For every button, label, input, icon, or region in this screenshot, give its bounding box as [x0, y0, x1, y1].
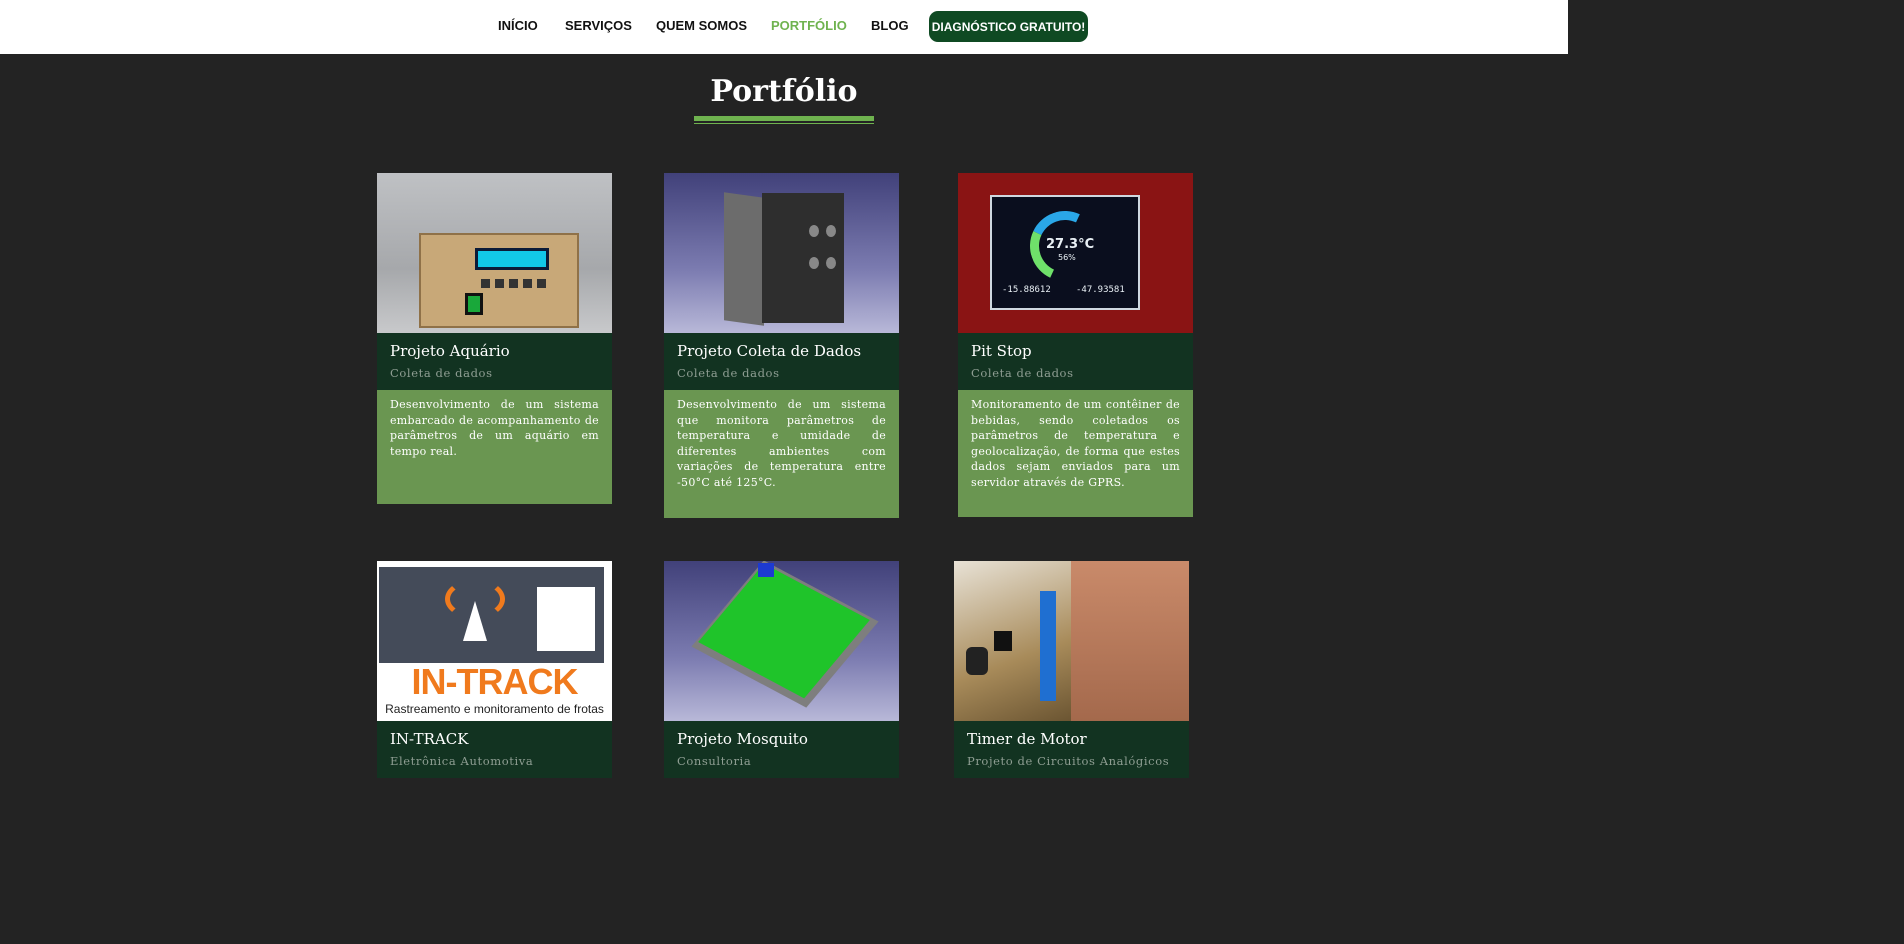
project-card-aquario[interactable]: Projeto Aquário Coleta de dados Desenvol… — [377, 173, 612, 504]
pcb-copper-photo — [1071, 561, 1189, 721]
enclosure-side — [724, 192, 764, 326]
terminal-block — [1040, 591, 1056, 701]
nav-link-blog[interactable]: BLOG — [871, 18, 909, 33]
project-caption: IN-TRACK Eletrônica Automotiva — [377, 721, 612, 778]
enclosure-hole — [809, 257, 819, 269]
main-nav: INÍCIO SERVIÇOS QUEM SOMOS PORTFÓLIO BLO… — [0, 0, 1568, 54]
free-diagnosis-button[interactable]: DIAGNÓSTICO GRATUITO! — [929, 11, 1088, 42]
project-title: Pit Stop — [971, 342, 1032, 360]
title-underline-thin — [694, 123, 874, 124]
pcb-board — [698, 563, 870, 699]
page-title: Portfólio — [710, 74, 858, 109]
project-title: IN-TRACK — [390, 730, 469, 748]
project-caption: Projeto Mosquito Consultoria — [664, 721, 899, 778]
project-caption: Pit Stop Coleta de dados — [958, 333, 1193, 390]
capacitor — [966, 647, 988, 675]
project-caption: Timer de Motor Projeto de Circuitos Anal… — [954, 721, 1189, 778]
project-caption: Projeto Coleta de Dados Coleta de dados — [664, 333, 899, 390]
project-title: Projeto Aquário — [390, 342, 510, 360]
device-button — [509, 279, 518, 288]
title-underline — [694, 116, 874, 121]
project-description: Desenvolvimento de um sistema que monito… — [664, 390, 899, 518]
nav-link-servicos[interactable]: SERVIÇOS — [565, 18, 632, 33]
project-category: Projeto de Circuitos Analógicos — [967, 754, 1170, 768]
project-image-aquario — [377, 173, 612, 333]
power-switch — [465, 293, 483, 315]
project-card-mosquito[interactable]: Projeto Mosquito Consultoria — [664, 561, 899, 778]
nav-link-inicio[interactable]: INÍCIO — [498, 18, 538, 33]
project-title: Projeto Mosquito — [677, 730, 808, 748]
enclosure-hole — [809, 225, 819, 237]
truck-cab — [537, 579, 603, 659]
project-card-timer-de-motor[interactable]: Timer de Motor Projeto de Circuitos Anal… — [954, 561, 1189, 778]
enclosure-hole — [826, 225, 836, 237]
device-button — [495, 279, 504, 288]
device-button — [537, 279, 546, 288]
ic-chip — [994, 631, 1012, 651]
nav-link-portfolio[interactable]: PORTFÓLIO — [771, 18, 847, 33]
project-title: Projeto Coleta de Dados — [677, 342, 862, 360]
project-category: Consultoria — [677, 754, 752, 768]
in-track-logo-text: IN-TRACK — [411, 661, 579, 702]
project-description: Desenvolvimento de um sistema embarcado … — [377, 390, 612, 504]
project-category: Coleta de dados — [677, 366, 780, 380]
antenna-icon — [463, 601, 487, 641]
project-description: Monitoramento de um contêiner de bebidas… — [958, 390, 1193, 517]
nav-link-quem-somos[interactable]: QUEM SOMOS — [656, 18, 747, 33]
screen-humidity: 56% — [1058, 253, 1076, 262]
project-image-coleta-de-dados — [664, 173, 899, 333]
project-image-timer-de-motor — [954, 561, 1189, 721]
header-bar: INÍCIO SERVIÇOS QUEM SOMOS PORTFÓLIO BLO… — [0, 0, 1568, 54]
project-image-in-track: IN-TRACK Rastreamento e monitoramento de… — [377, 561, 612, 721]
enclosure-hole — [826, 257, 836, 269]
lcd-display — [475, 248, 549, 270]
project-card-in-track[interactable]: IN-TRACK Rastreamento e monitoramento de… — [377, 561, 612, 778]
project-card-coleta-de-dados[interactable]: Projeto Coleta de Dados Coleta de dados … — [664, 173, 899, 518]
project-image-pit-stop: 27.3°C 56% -15.88612 -47.93581 — [958, 173, 1193, 333]
project-title: Timer de Motor — [967, 730, 1087, 748]
project-caption: Projeto Aquário Coleta de dados — [377, 333, 612, 390]
project-image-mosquito — [664, 561, 899, 721]
device-button — [523, 279, 532, 288]
in-track-tagline: Rastreamento e monitoramento de frotas — [385, 702, 604, 716]
project-category: Coleta de dados — [390, 366, 493, 380]
device-button — [481, 279, 490, 288]
blue-component — [758, 563, 774, 577]
project-card-pit-stop[interactable]: 27.3°C 56% -15.88612 -47.93581 Pit Stop … — [958, 173, 1193, 517]
screen-temperature: 27.3°C — [1046, 237, 1095, 252]
screen-longitude: -47.93581 — [1076, 285, 1125, 295]
screen-latitude: -15.88612 — [1002, 285, 1051, 295]
project-category: Coleta de dados — [971, 366, 1074, 380]
project-category: Eletrônica Automotiva — [390, 754, 534, 768]
